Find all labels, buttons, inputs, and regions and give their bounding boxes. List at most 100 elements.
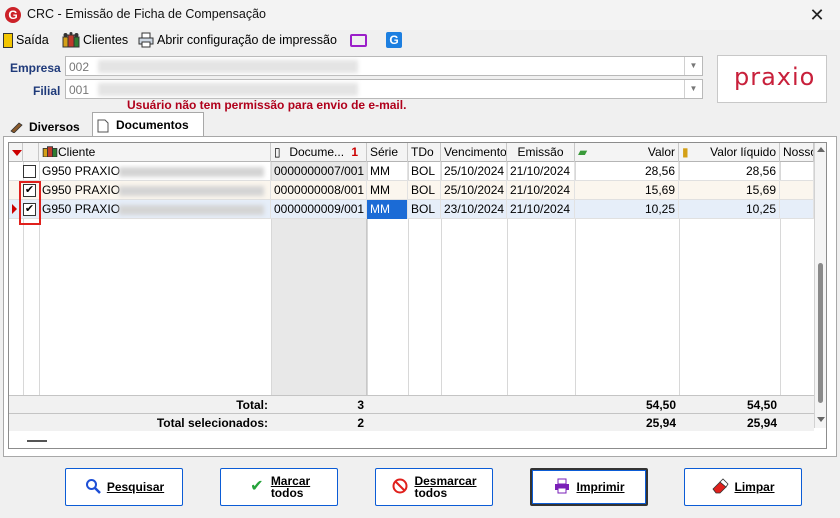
col-nosso[interactable]: Nosso <box>780 143 814 162</box>
title-bar: G CRC - Emissão de Ficha de Compensação … <box>0 0 840 30</box>
col-documento-label: Docume... <box>289 145 345 159</box>
filial-value: 001 <box>69 83 90 97</box>
cell-vencimento: 23/10/2024 <box>441 200 507 219</box>
g-button[interactable]: G <box>386 30 405 50</box>
cell-nosso <box>780 200 814 219</box>
total-valor-liquido: 54,50 <box>746 398 777 412</box>
exit-label: Saída <box>16 33 49 47</box>
cliente-redacted <box>119 186 264 196</box>
col-cliente-label: Cliente <box>58 145 96 159</box>
documents-grid[interactable]: Cliente ▯ Docume... 1 Série TDo Vencimen… <box>8 142 827 449</box>
horizontal-scroll-indicator[interactable] <box>27 440 47 442</box>
scrollbar-thumb[interactable] <box>818 263 823 403</box>
tab-documentos[interactable]: Documentos <box>92 112 204 137</box>
pesquisar-button[interactable]: Pesquisar <box>65 468 183 506</box>
marcar-todos-button[interactable]: ✔ Marcar todos <box>220 468 338 506</box>
tab-diversos-label: Diversos <box>29 119 80 134</box>
monitor-button[interactable] <box>350 30 370 50</box>
pesquisar-label: Pesquisar <box>106 480 165 494</box>
print-config-label: Abrir configuração de impressão <box>157 33 337 47</box>
clients-button[interactable]: Clientes <box>62 30 128 50</box>
logo-text: praxio <box>734 63 816 91</box>
print-config-button[interactable]: Abrir configuração de impressão <box>138 30 337 50</box>
close-button[interactable]: ✕ <box>794 0 840 30</box>
col-serie[interactable]: Série <box>367 143 408 162</box>
empresa-value: 002 <box>69 60 90 74</box>
cell-tdo: BOL <box>408 162 441 181</box>
clients-label: Clientes <box>83 33 129 47</box>
total-label: Total: <box>236 398 268 412</box>
selected-totals-row: Total selecionados: 2 25,94 25,94 <box>9 413 814 431</box>
chevron-down-icon[interactable]: ▼ <box>684 80 702 98</box>
g-app-icon: G <box>386 32 402 48</box>
permission-warning: Usuário não tem permissão para envio de … <box>127 98 407 112</box>
cell-serie-focused[interactable]: MM <box>367 200 408 219</box>
empresa-label: Empresa <box>10 61 61 75</box>
clients-icon <box>62 32 80 48</box>
scroll-down-icon[interactable] <box>817 417 825 422</box>
filial-label: Filial <box>33 84 61 98</box>
cell-tdo: BOL <box>408 181 441 200</box>
filial-select[interactable]: 001 ▼ <box>65 79 703 99</box>
tab-diversos[interactable]: Diversos <box>6 116 92 137</box>
cell-vencimento: 25/10/2024 <box>441 181 507 200</box>
printer-icon <box>553 478 571 496</box>
brush-icon <box>10 121 24 134</box>
vertical-scrollbar[interactable] <box>814 143 826 428</box>
cliente-redacted <box>119 205 264 215</box>
marcar-todos-label: Marcar todos <box>270 474 311 500</box>
sort-indicator-icon: 1 <box>351 145 359 159</box>
col-emissao[interactable]: Emissão <box>507 143 575 162</box>
selected-total-label: Total selecionados: <box>156 416 268 430</box>
chevron-down-icon[interactable]: ▼ <box>684 57 702 75</box>
table-row[interactable]: G950 PRAXIO 0000000007/001 MM BOL 25/10/… <box>9 162 814 181</box>
search-icon <box>84 478 102 496</box>
document-icon <box>97 119 111 133</box>
checkmark-icon: ✔ <box>250 478 264 495</box>
col-tdo[interactable]: TDo <box>408 143 441 162</box>
cell-valor: 15,69 <box>575 181 679 200</box>
eraser-icon <box>711 478 729 496</box>
cell-documento: 0000000009/001 <box>271 200 367 219</box>
table-row[interactable]: ✔ G950 PRAXIO 0000000009/001 MM BOL 23/1… <box>9 200 814 219</box>
prohibited-icon <box>391 478 409 496</box>
empresa-redacted <box>98 60 358 73</box>
limpar-button[interactable]: Limpar <box>684 468 802 506</box>
col-valor[interactable]: ▰ Valor <box>575 143 679 162</box>
check-header <box>23 143 39 162</box>
window-title: CRC - Emissão de Ficha de Compensação <box>27 7 266 21</box>
printer-icon <box>138 32 154 48</box>
documents-panel: Cliente ▯ Docume... 1 Série TDo Vencimen… <box>3 136 837 457</box>
scroll-up-icon[interactable] <box>817 147 825 152</box>
empresa-select[interactable]: 002 ▼ <box>65 56 703 76</box>
filial-redacted <box>98 83 358 96</box>
cell-emissao: 21/10/2024 <box>507 181 575 200</box>
filter-arrow-icon <box>12 150 22 156</box>
filter-cell[interactable] <box>9 143 23 162</box>
col-cliente[interactable]: Cliente <box>39 143 271 162</box>
selected-count: 2 <box>357 416 364 430</box>
row-checkbox[interactable] <box>23 165 36 178</box>
col-valor-liquido[interactable]: ▮ Valor líquido <box>679 143 780 162</box>
total-count: 3 <box>357 398 364 412</box>
app-icon: G <box>5 7 21 23</box>
table-row[interactable]: ✔ G950 PRAXIO 0000000008/001 MM BOL 25/1… <box>9 181 814 200</box>
col-vencimento[interactable]: Vencimento <box>441 143 507 162</box>
cell-valor: 10,25 <box>575 200 679 219</box>
tab-documentos-label: Documentos <box>116 118 189 132</box>
cell-valor-liquido: 28,56 <box>679 162 780 181</box>
cell-emissao: 21/10/2024 <box>507 162 575 181</box>
grid-header: Cliente ▯ Docume... 1 Série TDo Vencimen… <box>9 143 814 162</box>
col-documento[interactable]: ▯ Docume... 1 <box>271 143 367 162</box>
cell-documento: 0000000008/001 <box>271 181 367 200</box>
cell-documento: 0000000007/001 <box>271 162 367 181</box>
col-valor-label: Valor <box>647 145 675 159</box>
cell-nosso <box>780 162 814 181</box>
toolbar: Saída Clientes Abrir configuração de imp… <box>0 29 840 51</box>
desmarcar-todos-button[interactable]: Desmarcar todos <box>375 468 493 506</box>
cell-nosso <box>780 181 814 200</box>
imprimir-button[interactable]: Imprimir <box>530 468 648 506</box>
cell-emissao: 21/10/2024 <box>507 200 575 219</box>
exit-button[interactable]: Saída <box>3 30 49 50</box>
cell-valor-liquido: 10,25 <box>679 200 780 219</box>
